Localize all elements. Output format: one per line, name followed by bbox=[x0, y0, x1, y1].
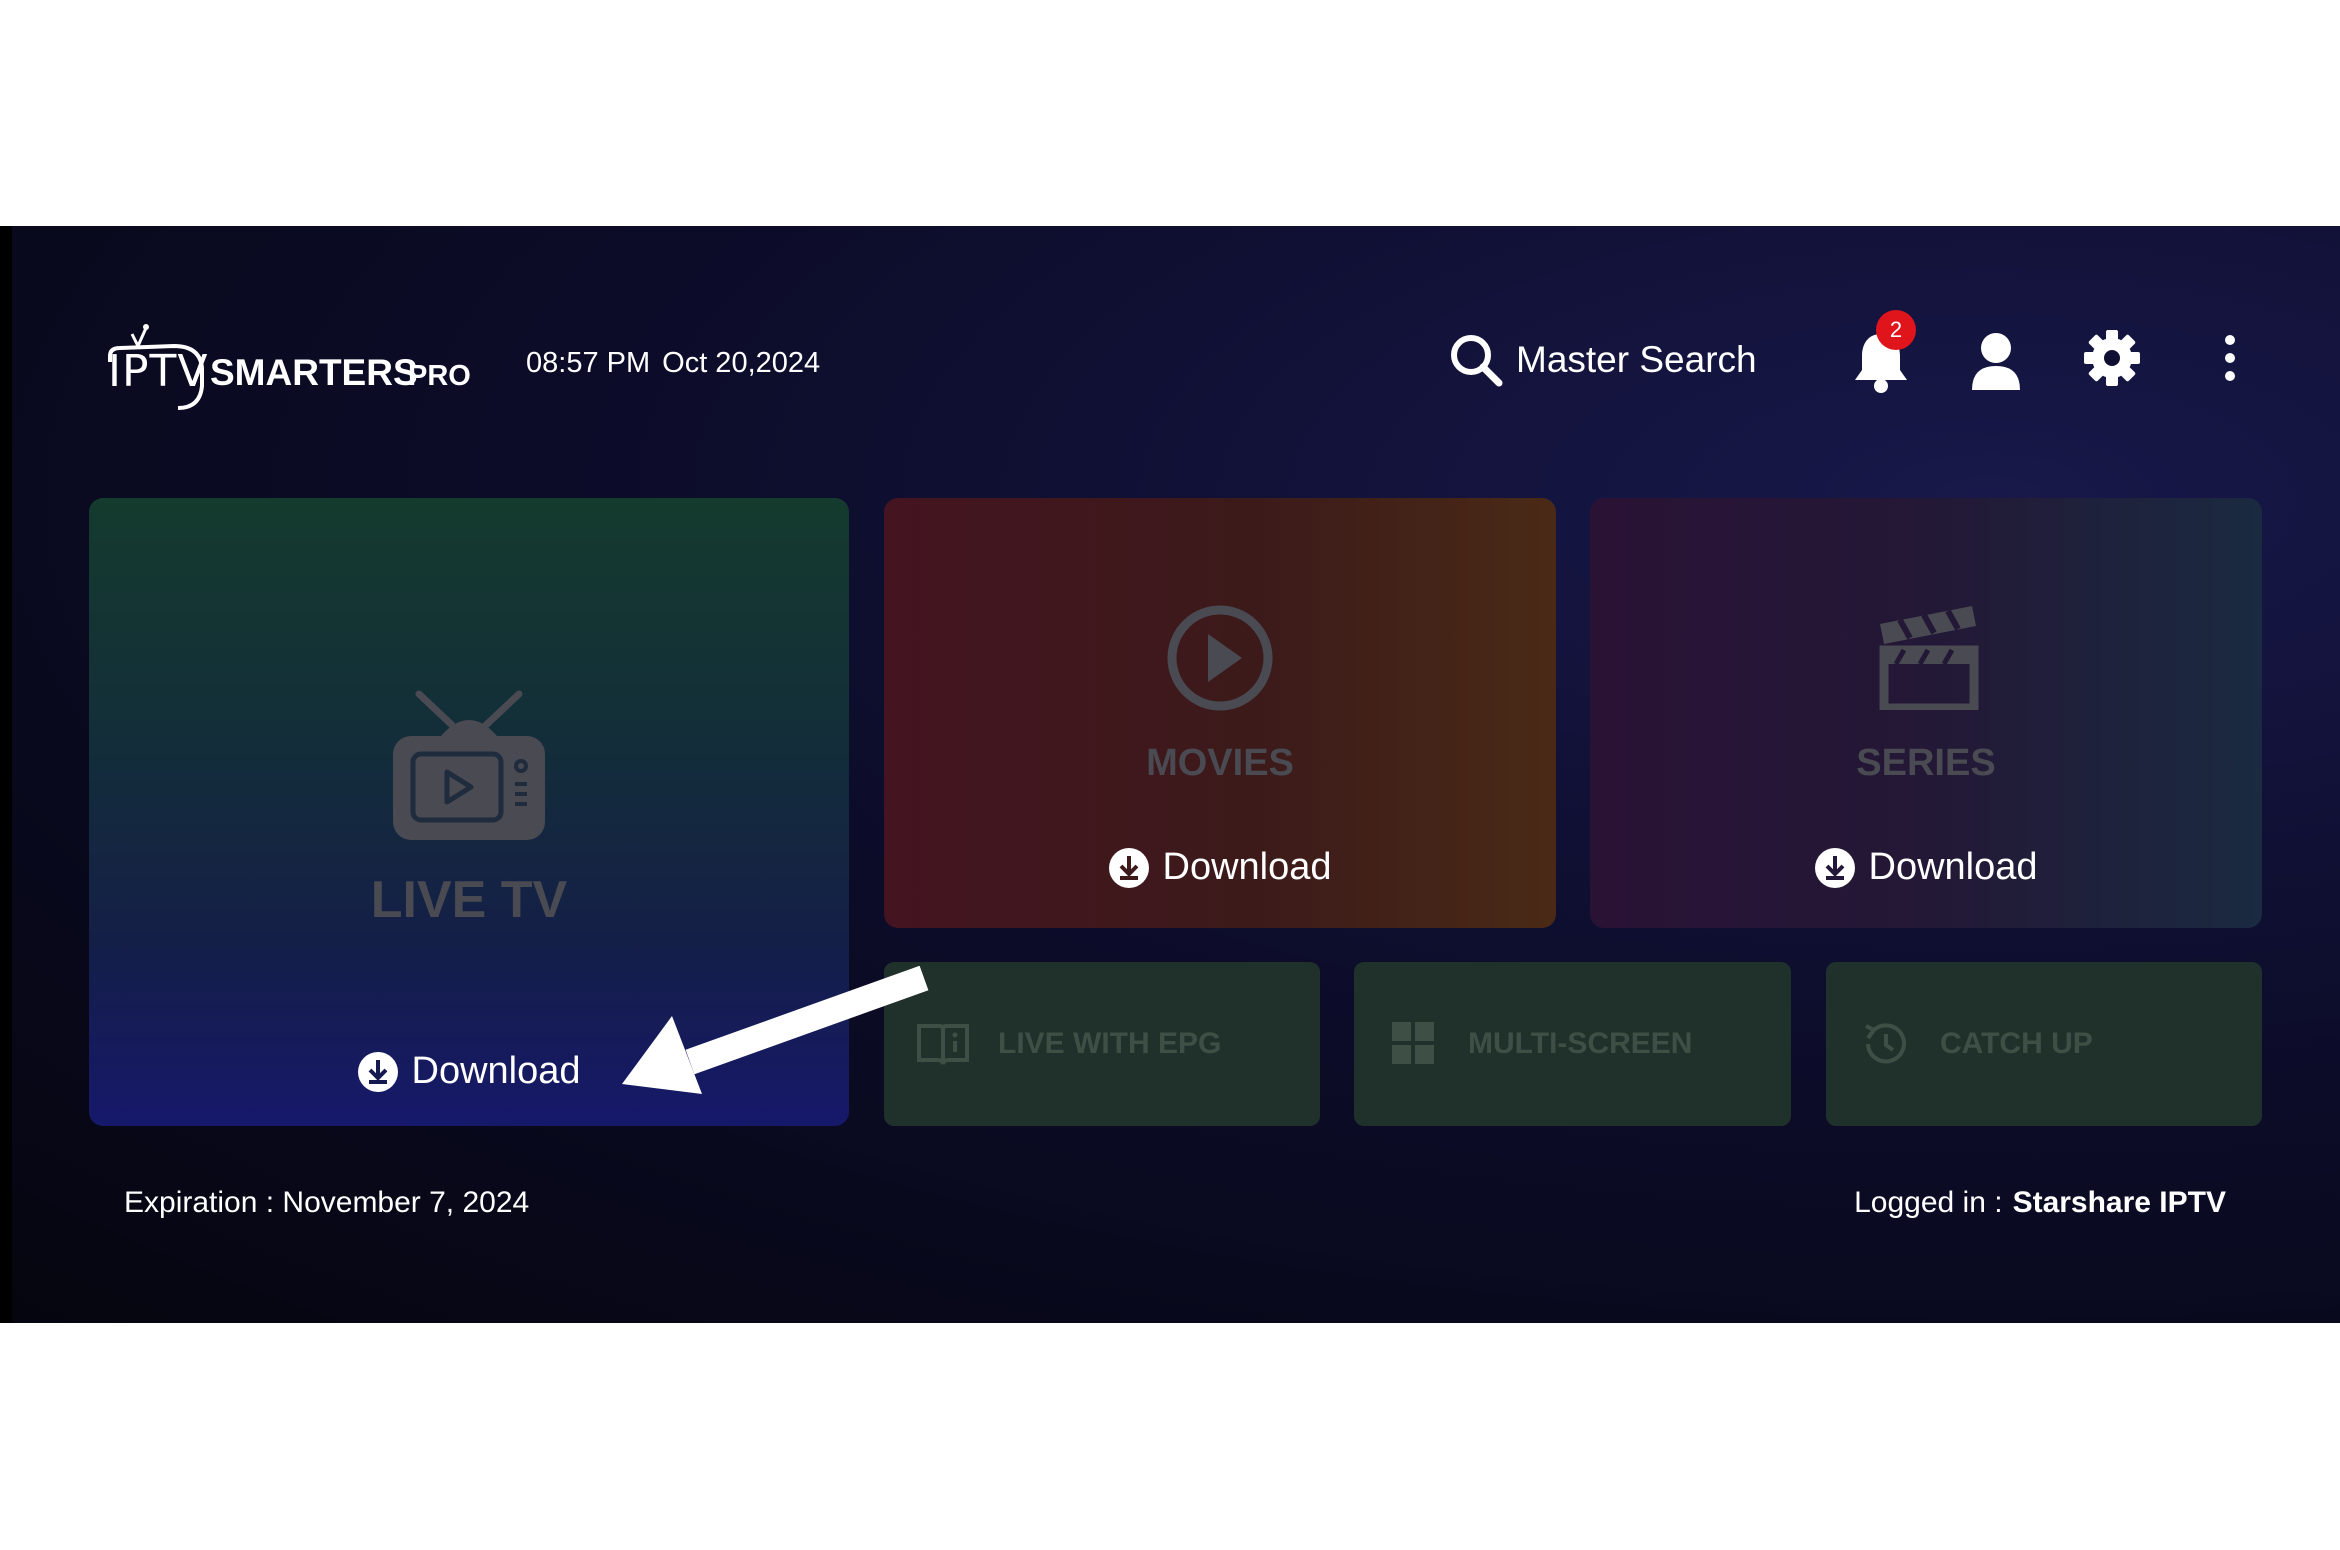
movies-download-label: Download bbox=[1162, 846, 1332, 888]
grid-icon bbox=[1392, 1022, 1434, 1064]
app-logo: IPTV SMARTERS PRO bbox=[104, 302, 484, 412]
multi-screen-tile[interactable]: MULTI-SCREEN bbox=[1354, 962, 1791, 1126]
download-icon bbox=[1108, 847, 1149, 888]
live-with-epg-tile[interactable]: LIVE WITH EPG bbox=[884, 962, 1320, 1126]
series-tile[interactable]: SERIES Download bbox=[1590, 498, 2262, 928]
current-date: Oct 20,2024 bbox=[662, 347, 821, 379]
live-with-epg-label: LIVE WITH EPG bbox=[998, 1027, 1222, 1060]
multi-screen-label: MULTI-SCREEN bbox=[1468, 1027, 1693, 1060]
movies-tile[interactable]: MOVIES Download bbox=[884, 498, 1556, 928]
tv-icon bbox=[393, 690, 545, 840]
movies-title: MOVIES bbox=[1146, 742, 1294, 784]
catch-up-label: CATCH UP bbox=[1940, 1027, 2093, 1060]
master-search-label: Master Search bbox=[1516, 339, 1757, 380]
history-icon bbox=[1865, 1023, 1906, 1064]
logo-pro-text: PRO bbox=[408, 360, 471, 392]
book-icon bbox=[917, 1024, 969, 1065]
logo-iptv-text: IPTV bbox=[108, 346, 209, 397]
notification-badge: 2 bbox=[1876, 310, 1916, 350]
live-tv-download-label: Download bbox=[411, 1050, 581, 1092]
movies-download-button[interactable]: Download bbox=[884, 846, 1556, 889]
play-circle-icon bbox=[1167, 605, 1273, 711]
series-download-button[interactable]: Download bbox=[1590, 846, 2262, 889]
series-title: SERIES bbox=[1856, 742, 1996, 784]
logged-in-label: Logged in : bbox=[1854, 1186, 2003, 1219]
live-tv-title: LIVE TV bbox=[370, 871, 568, 929]
gear-icon[interactable] bbox=[2084, 330, 2140, 386]
more-vertical-icon[interactable] bbox=[2218, 330, 2242, 386]
download-icon bbox=[357, 1051, 398, 1092]
download-icon bbox=[1814, 847, 1855, 888]
logged-in-user: Starshare IPTV bbox=[2012, 1186, 2226, 1219]
live-tv-tile[interactable]: LIVE TV Download bbox=[89, 498, 849, 1126]
series-download-label: Download bbox=[1868, 846, 2038, 888]
master-search-button[interactable]: Master Search bbox=[1448, 330, 1757, 390]
app-screen: IPTV SMARTERS PRO 08:57 PM Oct 20,2024 Ma… bbox=[0, 226, 2340, 1323]
current-time: 08:57 PM bbox=[526, 347, 651, 379]
search-icon bbox=[1451, 335, 1503, 387]
clapperboard-icon bbox=[1879, 606, 1979, 710]
logged-in-info: Logged in : Starshare IPTV bbox=[1854, 1186, 2226, 1220]
live-tv-download-button[interactable]: Download bbox=[89, 1050, 849, 1093]
catch-up-tile[interactable]: CATCH UP bbox=[1826, 962, 2262, 1126]
clock: 08:57 PM Oct 20,2024 bbox=[526, 347, 820, 380]
expiration-text: Expiration : November 7, 2024 bbox=[124, 1186, 530, 1219]
logo-smarters-text: SMARTERS bbox=[210, 352, 418, 393]
user-icon[interactable] bbox=[1970, 330, 2022, 392]
